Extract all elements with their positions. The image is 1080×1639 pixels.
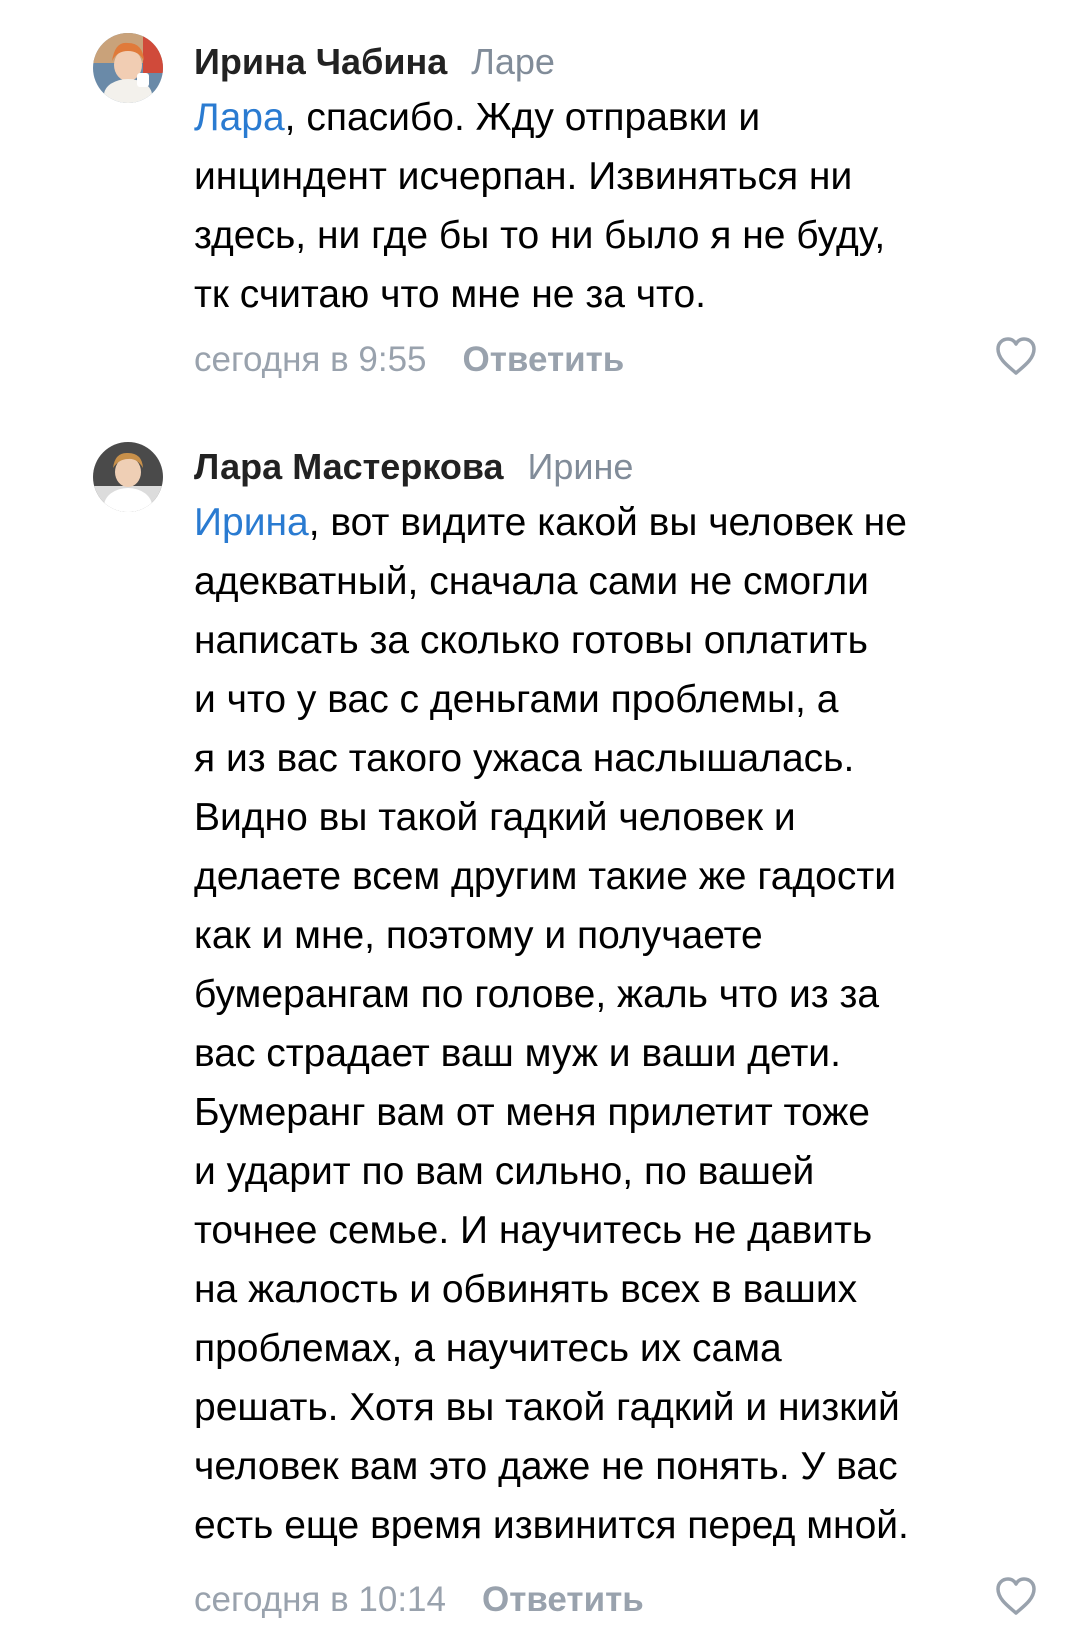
- comment-line: делаете всем другим такие же гадости: [194, 855, 896, 898]
- reply-button[interactable]: Ответить: [463, 340, 625, 379]
- comment-line: человек вам это даже не понять. У вас: [194, 1445, 898, 1488]
- heart-outline-icon[interactable]: [994, 336, 1038, 376]
- comment-line: я из вас такого ужаса наслышалась.: [194, 737, 855, 780]
- comment-header: Лара Мастеркова Ирине: [194, 445, 633, 489]
- comment-line: инциндент исчерпан. Извиняться ни: [194, 155, 853, 198]
- comment-line: есть еще время извинится перед мной.: [194, 1504, 909, 1547]
- comment-line-text: , спасибо. Жду отправки и: [284, 96, 761, 139]
- comment-line: здесь, ни где бы то ни было я не буду,: [194, 214, 886, 257]
- timestamp[interactable]: сегодня в 10:14: [194, 1580, 446, 1619]
- avatar[interactable]: [93, 442, 163, 512]
- comment-header: Ирина Чабина Ларе: [194, 40, 555, 84]
- author-name[interactable]: Ирина Чабина: [194, 41, 447, 82]
- comment-text: Лара, спасибо. Жду отправки и инциндент …: [194, 88, 1054, 324]
- comment-line: тк считаю что мне не за что.: [194, 273, 707, 316]
- comment-line: адекватный, сначала сами не смогли: [194, 560, 869, 603]
- comment-meta: сегодня в 10:14 Ответить: [194, 1578, 644, 1622]
- heart-outline-icon[interactable]: [994, 1576, 1038, 1616]
- comment-line: Видно вы такой гадкий человек и: [194, 796, 796, 839]
- comment-line: Лара, спасибо. Жду отправки и: [194, 88, 1054, 147]
- comment-line: бумерангам по голове, жаль что из за: [194, 973, 880, 1016]
- comment-line: как и мне, поэтому и получаете: [194, 914, 763, 957]
- comment-line-text: , вот видите какой вы человек не: [308, 501, 907, 544]
- timestamp[interactable]: сегодня в 9:55: [194, 340, 427, 379]
- comment-line: и ударит по вам сильно, по вашей: [194, 1150, 815, 1193]
- comment-line: и что у вас с деньгами проблемы, а: [194, 678, 839, 721]
- comment-line: проблемах, а научитесь их сама: [194, 1327, 782, 1370]
- comment-line: на жалость и обвинять всех в ваших: [194, 1268, 858, 1311]
- comment-line: Ирина, вот видите какой вы человек не: [194, 493, 1054, 552]
- reply-to-label[interactable]: Ларе: [471, 41, 555, 82]
- comment-line: точнее семье. И научитесь не давить: [194, 1209, 873, 1252]
- reply-to-label[interactable]: Ирине: [528, 446, 634, 487]
- comment-line: вас страдает ваш муж и ваши дети.: [194, 1032, 841, 1075]
- comment-meta: сегодня в 9:55 Ответить: [194, 338, 624, 382]
- comment-line: Бумеранг вам от меня прилетит тоже: [194, 1091, 870, 1134]
- comment-text: Ирина, вот видите какой вы человек не ад…: [194, 493, 1054, 1555]
- mention-link[interactable]: Ирина: [194, 501, 309, 544]
- comment-line: написать за сколько готовы оплатить: [194, 619, 868, 662]
- author-name[interactable]: Лара Мастеркова: [194, 446, 504, 487]
- avatar[interactable]: [93, 33, 163, 103]
- mention-link[interactable]: Лара: [194, 96, 285, 139]
- comment-line: решать. Хотя вы такой гадкий и низкий: [194, 1386, 900, 1429]
- reply-button[interactable]: Ответить: [482, 1580, 644, 1619]
